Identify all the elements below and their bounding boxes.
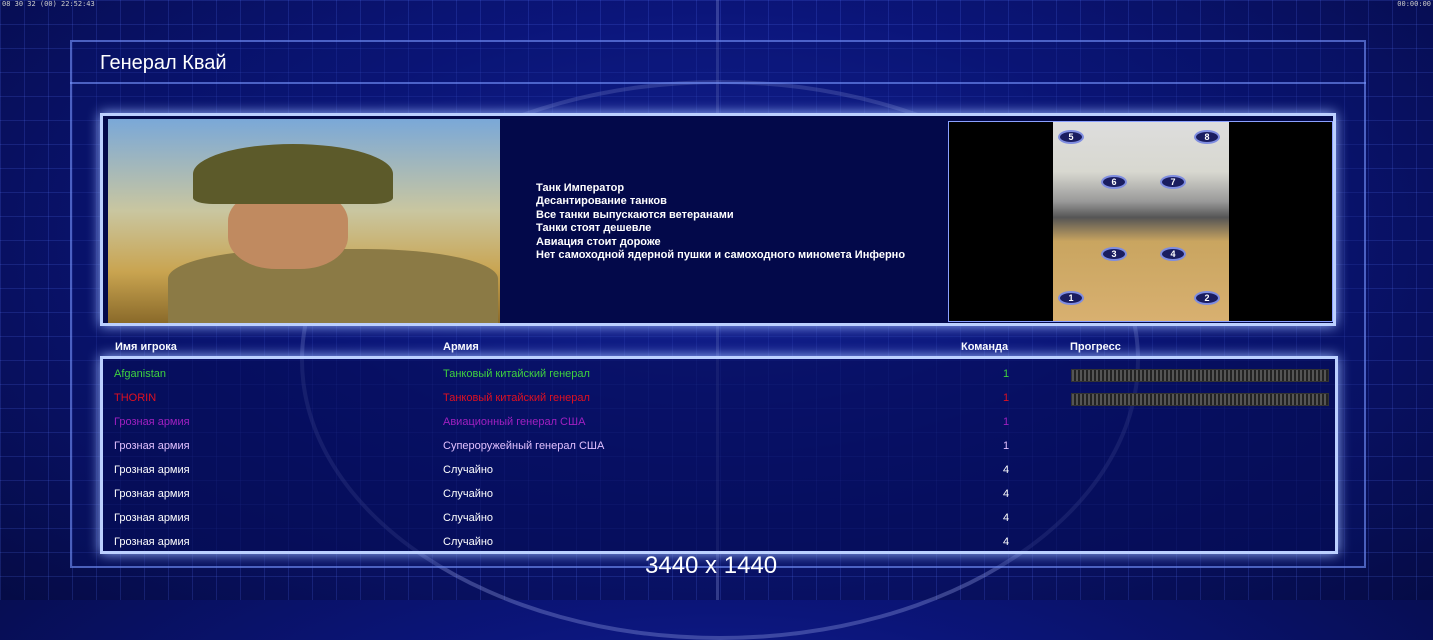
player-army: Случайно — [443, 488, 494, 500]
player-row[interactable]: Afganistan Танковый китайский генерал 1 — [103, 363, 1335, 387]
player-row[interactable]: Грозная армия Авиационный генерал США 1 — [103, 411, 1335, 435]
start-position-marker: 8 — [1194, 130, 1220, 144]
player-team: 4 — [1003, 536, 1010, 548]
player-army: Танковый китайский генерал — [443, 392, 590, 404]
player-name: Грозная армия — [114, 464, 190, 476]
start-position-marker: 1 — [1058, 291, 1084, 305]
player-row[interactable]: Грозная армия Случайно 4 — [103, 459, 1335, 483]
player-name: Afganistan — [114, 368, 166, 380]
resolution-label: 3440 x 1440 — [645, 552, 778, 579]
player-row[interactable]: Грозная армия Супероружейный генерал США 1 — [103, 435, 1335, 459]
start-position-marker: 2 — [1194, 291, 1220, 305]
player-name: THORIN — [114, 392, 157, 404]
perk-item: Нет самоходной ядерной пушки и самоходно… — [536, 249, 906, 262]
player-army: Авиационный генерал США — [443, 416, 586, 428]
col-team: Команда — [961, 341, 1009, 353]
col-player-name: Имя игрока — [115, 341, 177, 353]
player-army: Случайно — [443, 512, 494, 524]
header-divider — [70, 82, 1366, 84]
perk-item: Танки стоят дешевле — [536, 222, 652, 235]
perk-item: Десантирование танков — [536, 195, 667, 208]
player-team: 4 — [1003, 488, 1010, 500]
player-name: Грозная армия — [114, 488, 190, 500]
start-position-marker: 5 — [1058, 130, 1084, 144]
player-name: Грозная армия — [114, 440, 190, 452]
clock-right: 00:00:00 — [1397, 0, 1431, 8]
clock-left: 08 30 32 (00) 22:52:43 — [2, 0, 95, 8]
player-team: 1 — [1003, 440, 1010, 452]
general-title: Генерал Квай — [100, 52, 227, 74]
load-progress-bar — [1071, 369, 1329, 382]
player-row[interactable]: THORIN Танковый китайский генерал 1 — [103, 387, 1335, 411]
player-team: 1 — [1003, 392, 1010, 404]
player-team: 1 — [1003, 416, 1010, 428]
load-progress-bar — [1071, 393, 1329, 406]
col-progress: Прогресс — [1070, 341, 1121, 353]
player-army: Случайно — [443, 536, 494, 548]
general-perks: Танк Император Десантирование танков Все т… — [536, 182, 905, 262]
perk-item: Все танки выпускаются ветеранами — [536, 208, 734, 221]
players-table: Afganistan Танковый китайский генерал 1 THO… — [100, 356, 1338, 554]
general-info-panel: Танк Император Десантирование танков Все т… — [100, 113, 1336, 326]
player-name: Грозная армия — [114, 416, 190, 428]
player-name: Грозная армия — [114, 536, 190, 548]
player-army: Танковый китайский генерал — [443, 368, 590, 380]
general-portrait — [108, 119, 500, 323]
player-team: 4 — [1003, 464, 1010, 476]
player-team: 4 — [1003, 512, 1010, 524]
map-preview: 5 8 6 7 3 4 1 2 — [948, 121, 1333, 322]
start-position-marker: 3 — [1101, 247, 1127, 261]
start-position-marker: 4 — [1160, 247, 1186, 261]
player-name: Грозная армия — [114, 512, 190, 524]
player-row[interactable]: Грозная армия Случайно 4 — [103, 507, 1335, 531]
start-position-marker: 6 — [1101, 175, 1127, 189]
col-army: Армия — [443, 341, 479, 353]
player-army: Случайно — [443, 464, 494, 476]
player-row[interactable]: Грозная армия Случайно 4 — [103, 483, 1335, 507]
player-team: 1 — [1003, 368, 1010, 380]
start-position-marker: 7 — [1160, 175, 1186, 189]
perk-item: Авиация стоит дороже — [536, 235, 661, 248]
player-army: Супероружейный генерал США — [443, 440, 605, 452]
perk-item: Танк Император — [536, 182, 625, 194]
